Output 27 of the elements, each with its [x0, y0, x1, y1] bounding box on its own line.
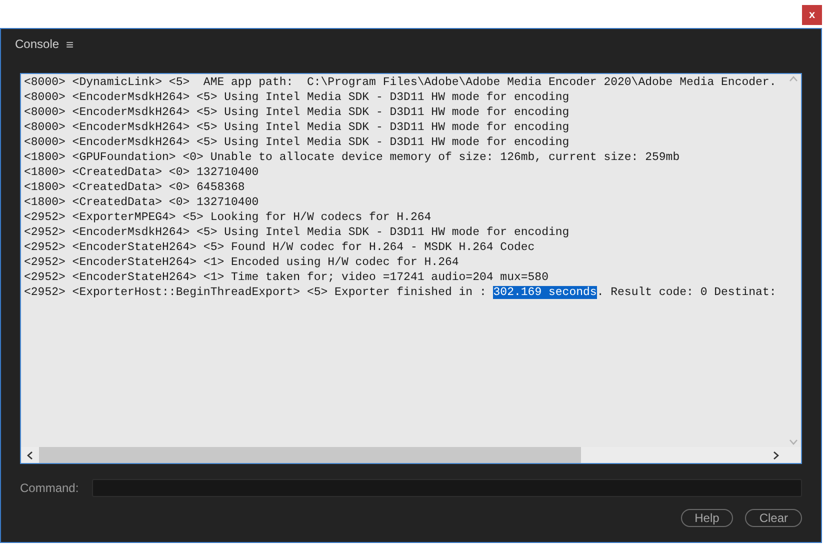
scrollbar-thumb[interactable] [39, 447, 581, 463]
log-line: <2952> <ExporterHost::BeginThreadExport> <5> Exporter finished in : 302.169 seconds. Result code: 0 Destinat: [24, 285, 778, 300]
command-label: Command: [20, 480, 76, 497]
log-line: <2952> <EncoderStateH264> <1> Time taken for; video =17241 audio=204 mux=580 [24, 270, 550, 285]
log-line: <2952> <EncoderStateH264> <5> Found H/W codec for H.264 - MSDK H.264 Codec [24, 240, 536, 255]
scroll-left-icon[interactable] [27, 450, 33, 460]
log-line: <1800> <CreatedData> <0> 6458368 [24, 180, 246, 195]
log-line: <8000> <EncoderMsdkH264> <5> Using Intel Media SDK - D3D11 HW mode for encoding [24, 120, 570, 135]
log-line: <1800> <CreatedData> <0> 132710400 [24, 195, 260, 210]
log-line: <1800> <CreatedData> <0> 132710400 [24, 165, 260, 180]
scroll-up-icon[interactable] [788, 76, 798, 82]
dialog-button[interactable]: Clear [745, 509, 802, 527]
close-button[interactable]: x [802, 5, 822, 25]
menu-icon[interactable]: ≡ [66, 38, 74, 50]
log-line: <1800> <GPUFoundation> <0> Unable to allocate device memory of size: 126mb, current size: 259mb [24, 150, 681, 165]
scroll-right-icon[interactable] [773, 450, 779, 460]
log-line: <8000> <EncoderMsdkH264> <5> Using Intel Media SDK - D3D11 HW mode for encoding [24, 105, 570, 120]
log-line: <2952> <ExporterMPEG4> <5> Looking for H/W codecs for H.264 [24, 210, 432, 225]
log-line: <8000> <EncoderMsdkH264> <5> Using Intel Media SDK - D3D11 HW mode for encoding [24, 135, 570, 150]
log-line: <8000> <EncoderMsdkH264> <5> Using Intel Media SDK - D3D11 HW mode for encoding [24, 90, 570, 105]
log-line: <2952> <EncoderStateH264> <1> Encoded using H/W codec for H.264 [24, 255, 460, 270]
log-line: <8000> <DynamicLink> <5> AME app path: C:\Program Files\Adobe\Adobe Media Encoder 2020\Adobe Media Encoder. [24, 75, 778, 90]
dialog-button[interactable]: Help [680, 509, 734, 527]
scroll-down-icon[interactable] [788, 439, 798, 445]
log-line: <2952> <EncoderMsdkH264> <5> Using Intel Media SDK - D3D11 HW mode for encoding [24, 225, 570, 240]
panel-title: Console [15, 36, 60, 53]
horizontal-scrollbar[interactable] [21, 447, 801, 463]
